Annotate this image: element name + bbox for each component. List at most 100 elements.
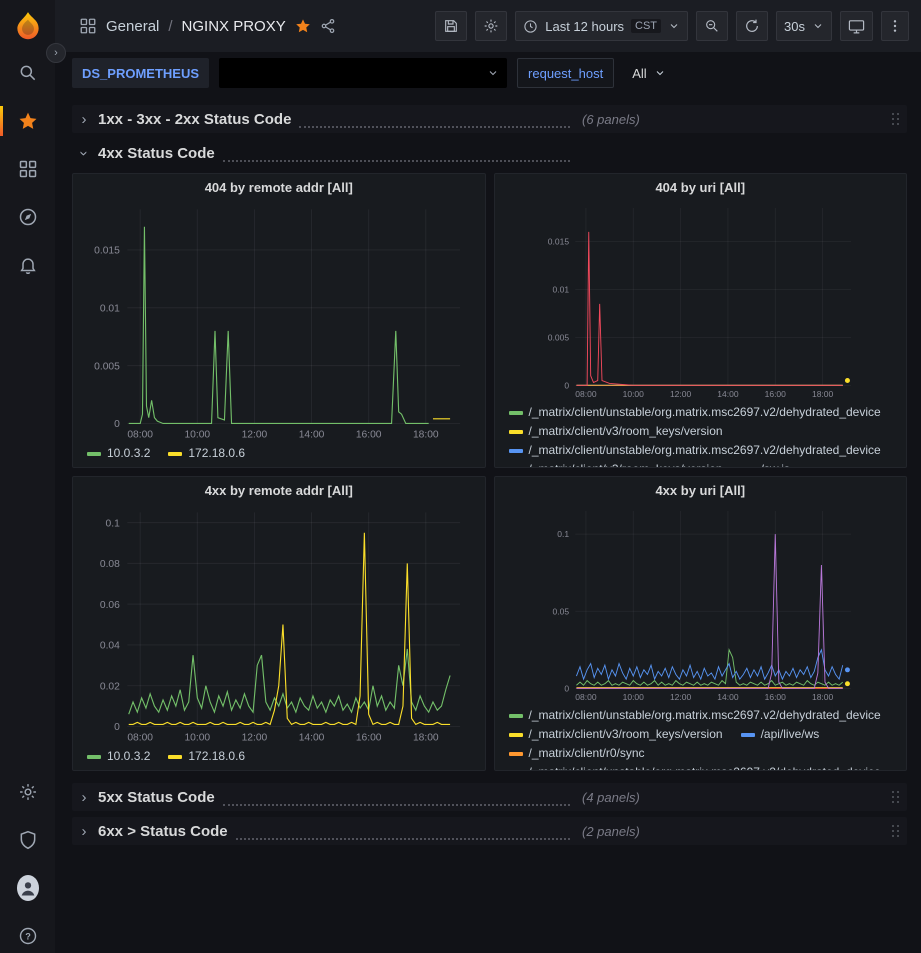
- alerting-bell-icon[interactable]: [17, 254, 39, 276]
- svg-text:12:00: 12:00: [669, 692, 691, 702]
- server-admin-shield-icon[interactable]: [17, 829, 39, 851]
- legend-item[interactable]: /_matrix/client/v3/room_keys/version: [509, 460, 723, 467]
- dotted-leader: [299, 117, 570, 128]
- panel-title[interactable]: 404 by remote addr [All]: [73, 174, 485, 201]
- time-range-picker[interactable]: Last 12 hours CST: [515, 11, 688, 41]
- request-host-select[interactable]: All: [624, 58, 673, 88]
- kebab-dots-icon: [887, 18, 903, 34]
- svg-text:14:00: 14:00: [717, 389, 739, 399]
- avatar: [17, 875, 39, 901]
- grafana-logo-icon[interactable]: [11, 10, 45, 44]
- favorite-star-icon[interactable]: [295, 18, 311, 34]
- chevron-down-icon: [668, 20, 680, 32]
- breadcrumb-separator: /: [168, 18, 172, 35]
- dashboard-settings-button[interactable]: [475, 11, 507, 41]
- zoom-out-time-button[interactable]: [696, 11, 728, 41]
- svg-text:0.08: 0.08: [100, 559, 120, 570]
- search-icon[interactable]: [17, 62, 39, 84]
- row-1xx-3xx-2xx[interactable]: › 1xx - 3xx - 2xx Status Code (6 panels): [72, 105, 907, 133]
- sidebar-expand-chevron-icon[interactable]: ›: [46, 43, 66, 63]
- kebab-menu-button[interactable]: [881, 11, 909, 41]
- dashboards-icon[interactable]: [17, 158, 39, 180]
- row-title: 5xx Status Code: [98, 789, 215, 806]
- svg-text:0.01: 0.01: [100, 303, 120, 314]
- legend-item[interactable]: /api/live/ws: [741, 725, 820, 743]
- refresh-button[interactable]: [736, 11, 768, 41]
- svg-text:0: 0: [114, 722, 120, 733]
- svg-text:10:00: 10:00: [184, 429, 210, 440]
- svg-text:0.06: 0.06: [100, 600, 120, 611]
- sidebar-bottom-nav: ?: [17, 781, 39, 947]
- zoom-out-icon: [704, 18, 720, 34]
- chevron-down-icon: [812, 20, 824, 32]
- row-4xx[interactable]: › 4xx Status Code: [72, 139, 907, 167]
- chart-legend: 10.0.3.2 172.18.0.6: [73, 745, 485, 770]
- svg-text:12:00: 12:00: [669, 389, 691, 399]
- panel-title[interactable]: 4xx by uri [All]: [495, 477, 907, 504]
- panel-count: (4 panels): [582, 790, 640, 805]
- chart-canvas-404-uri[interactable]: 00.0050.010.01508:0010:0012:0014:0016:00…: [495, 201, 907, 401]
- svg-text:12:00: 12:00: [242, 429, 268, 440]
- datasource-select[interactable]: [219, 58, 507, 88]
- dotted-leader: [223, 795, 570, 806]
- cycle-view-mode-button[interactable]: [840, 11, 873, 41]
- svg-text:?: ?: [25, 931, 31, 941]
- configuration-gear-icon[interactable]: [17, 781, 39, 803]
- svg-text:0.04: 0.04: [100, 641, 120, 652]
- chart-canvas-4xx-remote-addr[interactable]: 00.020.040.060.080.108:0010:0012:0014:00…: [73, 504, 485, 745]
- legend-item[interactable]: 10.0.3.2: [87, 444, 150, 462]
- breadcrumb-section[interactable]: General: [106, 18, 159, 35]
- drag-handle-icon[interactable]: [891, 824, 901, 838]
- drag-handle-icon[interactable]: [891, 112, 901, 126]
- request-host-variable-label[interactable]: request_host: [517, 58, 614, 88]
- svg-text:0.05: 0.05: [552, 606, 569, 616]
- panel-title[interactable]: 404 by uri [All]: [495, 174, 907, 201]
- dashboard-title[interactable]: NGINX PROXY: [182, 18, 286, 35]
- row-6xx[interactable]: › 6xx > Status Code (2 panels): [72, 817, 907, 845]
- chart-canvas-404-remote-addr[interactable]: 00.0050.010.01508:0010:0012:0014:0016:00…: [73, 201, 485, 442]
- datasource-variable-label[interactable]: DS_PROMETHEUS: [72, 58, 209, 88]
- apps-grid-icon: [79, 17, 97, 35]
- legend-item[interactable]: /_matrix/client/unstable/org.matrix.msc2…: [509, 706, 881, 724]
- starred-dashboards-icon[interactable]: [17, 110, 39, 132]
- svg-text:0.005: 0.005: [547, 332, 569, 342]
- legend-item[interactable]: /_matrix/client/v3/room_keys/version: [509, 422, 723, 440]
- user-avatar[interactable]: [17, 877, 39, 899]
- panel-count: (2 panels): [582, 824, 640, 839]
- legend-item[interactable]: 10.0.3.2: [87, 747, 150, 765]
- legend-item[interactable]: /sw.js: [741, 460, 790, 467]
- panel-grid: 404 by remote addr [All] 00.0050.010.015…: [72, 173, 907, 771]
- drag-handle-icon[interactable]: [891, 790, 901, 804]
- svg-text:10:00: 10:00: [622, 692, 644, 702]
- panel-count: (6 panels): [582, 112, 640, 127]
- chart-legend: /_matrix/client/unstable/org.matrix.msc2…: [495, 704, 907, 770]
- legend-item[interactable]: /_matrix/client/v3/room_keys/version: [509, 725, 723, 743]
- share-icon[interactable]: [320, 18, 336, 34]
- help-icon[interactable]: ?: [17, 925, 39, 947]
- legend-item[interactable]: 172.18.0.6: [168, 747, 245, 765]
- nav-sidebar: ?: [0, 0, 55, 953]
- timezone-badge: CST: [631, 19, 661, 33]
- save-dashboard-button[interactable]: [435, 11, 467, 41]
- legend-item[interactable]: /_matrix/client/unstable/org.matrix.msc2…: [509, 403, 881, 421]
- svg-text:08:00: 08:00: [127, 732, 153, 743]
- refresh-interval-dropdown[interactable]: 30s: [776, 11, 832, 41]
- chart-canvas-4xx-uri[interactable]: 00.050.108:0010:0012:0014:0016:0018:00: [495, 504, 907, 704]
- row-title: 4xx Status Code: [98, 145, 215, 162]
- svg-text:08:00: 08:00: [575, 692, 597, 702]
- svg-text:18:00: 18:00: [811, 389, 833, 399]
- monitor-icon: [848, 18, 865, 35]
- legend-item[interactable]: /_matrix/client/r0/sync: [509, 744, 645, 762]
- row-5xx[interactable]: › 5xx Status Code (4 panels): [72, 783, 907, 811]
- legend-item[interactable]: /_matrix/client/unstable/org.matrix.msc2…: [509, 441, 881, 459]
- grafana-app: ? › General / NGINX PROXY: [0, 0, 921, 953]
- svg-text:18:00: 18:00: [811, 692, 833, 702]
- legend-item[interactable]: /_matrix/client/unstable/org.matrix.msc2…: [509, 763, 881, 770]
- legend-item[interactable]: 172.18.0.6: [168, 444, 245, 462]
- panel-title[interactable]: 4xx by remote addr [All]: [73, 477, 485, 504]
- explore-compass-icon[interactable]: [17, 206, 39, 228]
- svg-text:08:00: 08:00: [127, 429, 153, 440]
- panel-4xx-by-uri: 4xx by uri [All] 00.050.108:0010:0012:00…: [494, 476, 908, 771]
- chevron-down-icon: ›: [76, 147, 93, 159]
- svg-text:0.005: 0.005: [94, 361, 120, 372]
